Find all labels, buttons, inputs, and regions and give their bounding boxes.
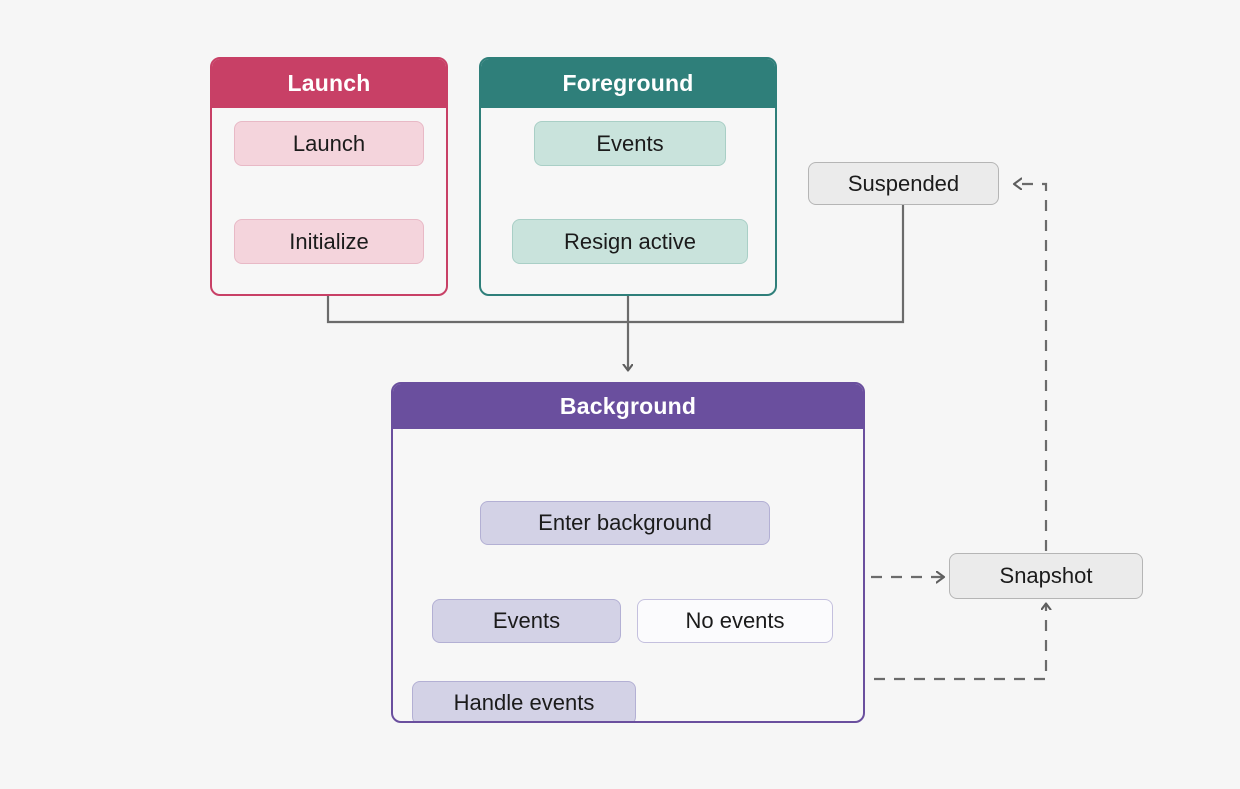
node-suspended-label: Suspended (847, 170, 960, 196)
node-launch[interactable]: Launch (234, 121, 424, 166)
node-initialize-label: Initialize (289, 228, 369, 254)
node-handle-events-label: Handle events (453, 690, 595, 715)
group-launch-body: Launch Initialize (212, 108, 446, 294)
node-initialize[interactable]: Initialize (234, 219, 424, 264)
group-launch-title: Launch (287, 70, 371, 96)
node-events-foreground-label: Events (596, 130, 664, 156)
diagram-canvas: Launch Launch Initialize Foreground Even… (0, 0, 1240, 789)
node-snapshot-label: Snapshot (999, 563, 1093, 588)
node-events-foreground[interactable]: Events (534, 121, 726, 166)
node-launch-label: Launch (292, 130, 366, 156)
group-background-header: Background (393, 384, 863, 429)
group-background-body: Enter background Events No events Handle… (393, 429, 863, 721)
node-events-background-label: Events (492, 608, 561, 633)
node-snapshot[interactable]: Snapshot (949, 553, 1143, 599)
node-enter-background[interactable]: Enter background (480, 501, 770, 545)
node-enter-background-label: Enter background (538, 510, 712, 535)
node-resign-active-label: Resign active (563, 228, 697, 254)
group-launch-header: Launch (212, 59, 446, 108)
group-foreground-title: Foreground (562, 70, 694, 96)
group-background-title: Background (559, 393, 697, 419)
node-suspended[interactable]: Suspended (808, 162, 999, 205)
group-background[interactable]: Background Enter background Events No ev… (391, 382, 865, 723)
group-launch[interactable]: Launch Launch Initialize (210, 57, 448, 296)
node-resign-active[interactable]: Resign active (512, 219, 748, 264)
group-foreground-header: Foreground (481, 59, 775, 108)
group-foreground-body: Events Resign active (481, 108, 775, 294)
group-foreground[interactable]: Foreground Events Resign active (479, 57, 777, 296)
node-no-events[interactable]: No events (637, 599, 833, 643)
edge-snapshot-to-suspended (1015, 184, 1048, 551)
node-handle-events[interactable]: Handle events (412, 681, 636, 721)
node-events-background[interactable]: Events (432, 599, 621, 643)
node-no-events-label: No events (685, 608, 785, 633)
